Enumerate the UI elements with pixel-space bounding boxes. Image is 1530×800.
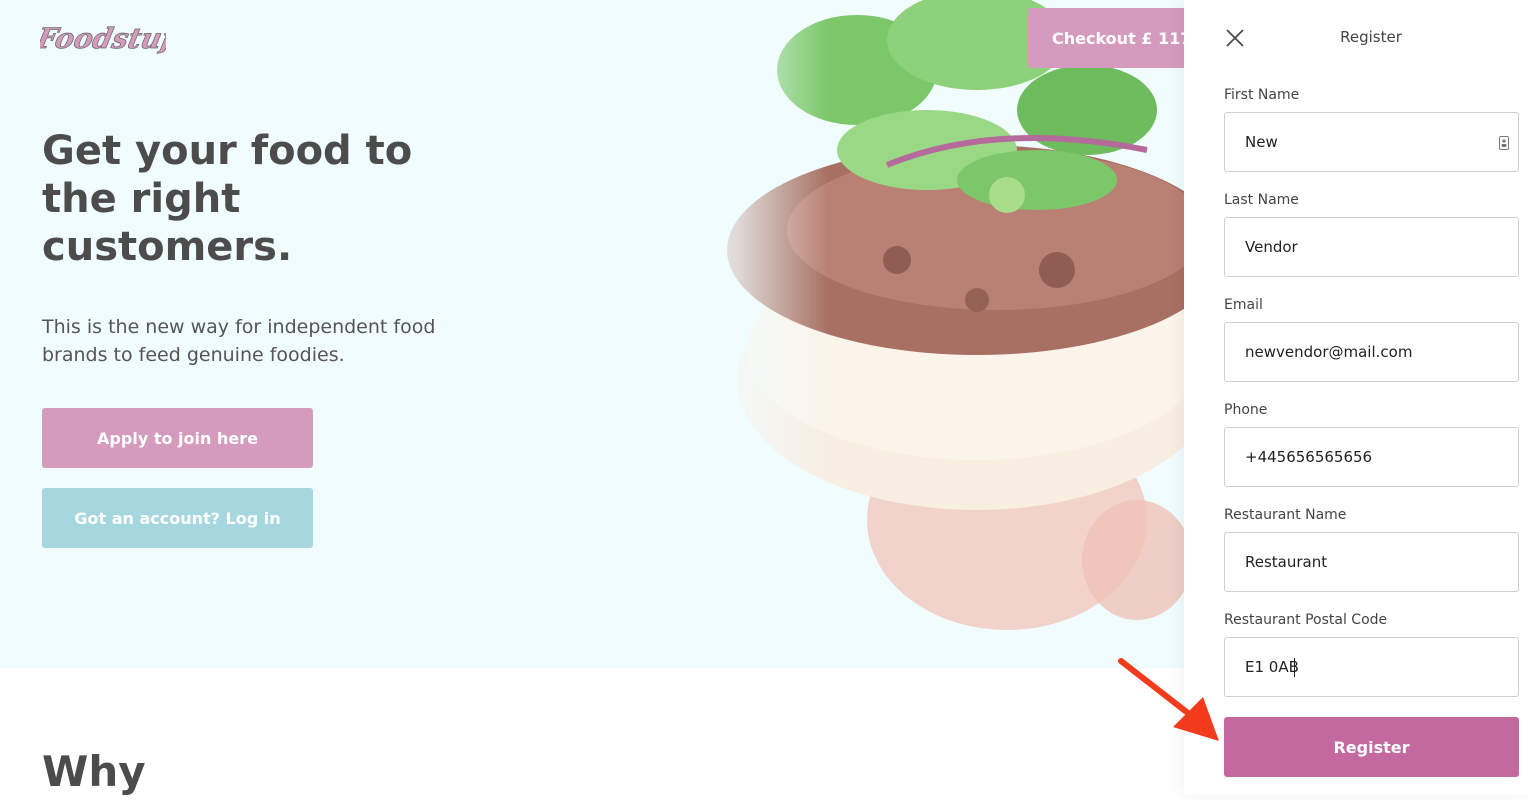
postal-code-label: Restaurant Postal Code [1224, 612, 1388, 628]
hero-section: Foodstuff Get your food to the right cus… [0, 0, 1184, 668]
svg-text:Foodstuff: Foodstuff [40, 21, 166, 55]
apply-to-join-button[interactable]: Apply to join here [42, 408, 313, 468]
postal-code-field-wrapper [1224, 637, 1519, 697]
email-label: Email [1224, 297, 1263, 313]
checkout-button[interactable]: Checkout £ 1172 [1028, 8, 1184, 68]
hero-headline: Get your food to the right customers. [42, 128, 413, 270]
first-name-input[interactable] [1224, 112, 1519, 172]
email-input[interactable] [1224, 322, 1519, 382]
panel-title: Register [1340, 28, 1402, 46]
last-name-label: Last Name [1224, 192, 1299, 208]
register-button[interactable]: Register [1224, 717, 1519, 777]
hero-food-image [677, 0, 1184, 668]
autofill-contact-icon[interactable] [1499, 135, 1509, 150]
why-heading: Why [42, 747, 146, 796]
hero-subtext: This is the new way for independent food… [42, 316, 436, 366]
text-cursor [1294, 658, 1295, 677]
postal-code-input[interactable] [1224, 637, 1519, 697]
phone-input[interactable] [1224, 427, 1519, 487]
restaurant-name-input[interactable] [1224, 532, 1519, 592]
restaurant-name-label: Restaurant Name [1224, 507, 1347, 523]
login-button[interactable]: Got an account? Log in [42, 488, 313, 548]
phone-label: Phone [1224, 402, 1268, 418]
foodstuff-logo[interactable]: Foodstuff [32, 12, 193, 62]
first-name-field-wrapper [1224, 112, 1519, 172]
last-name-input[interactable] [1224, 217, 1519, 277]
first-name-label: First Name [1224, 87, 1300, 103]
register-panel: Register First Name Last Name Email Phon… [1184, 0, 1530, 795]
annotation-arrow-icon [1115, 655, 1225, 745]
